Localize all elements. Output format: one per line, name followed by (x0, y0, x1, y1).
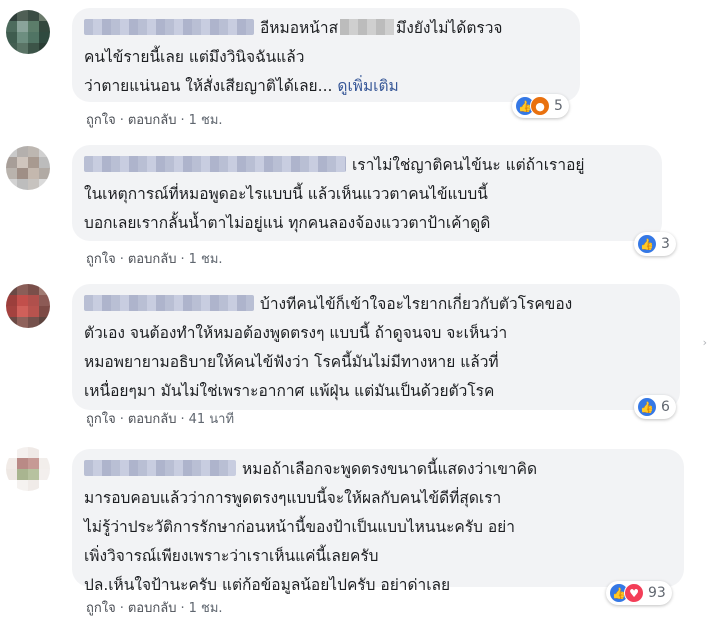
comment-text-line: ตัวเอง จนต้องทำให้หมอต้องพูดตรงๆ แบบนี้ … (84, 324, 508, 342)
comment-text-line: เพิ่งวิจารณ์เพียงเพราะว่าเราเห็นแค่นี้เล… (84, 547, 379, 565)
reaction-count: 3 (661, 236, 670, 252)
reaction-count: 6 (661, 399, 670, 415)
comment-text-line: มารอบคอบแล้วว่าการพูดตรงๆแบบนี้จะให้ผลกั… (84, 489, 502, 507)
separator-dot: · (119, 252, 124, 267)
timestamp[interactable]: 41 นาที (189, 412, 234, 427)
commenter-name[interactable] (84, 156, 346, 172)
comment-text-line: เหนื่อยๆมา มันไม่ใช่เพราะอากาศ แพ้ฝุ่น แ… (84, 382, 495, 400)
comment-actions: ถูกใจ · ตอบกลับ · 1 ชม. (86, 248, 223, 269)
reply-button[interactable]: ตอบกลับ (128, 252, 177, 267)
separator-dot: · (180, 113, 185, 128)
like-icon: 👍 (637, 397, 657, 417)
reaction-summary[interactable]: 👍 3 (634, 232, 676, 256)
separator-dot: · (180, 252, 185, 267)
avatar[interactable] (6, 447, 50, 491)
comment-bubble: บ้างทีคนไข้ก็เข้าใจอะไรยากเกี่ยวกับตัวโร… (72, 284, 680, 410)
comment-text-line: อีหมอหน้าส (260, 19, 339, 37)
reply-button[interactable]: ตอบกลับ (128, 412, 177, 427)
separator-dot: · (119, 412, 124, 427)
reply-button[interactable]: ตอบกลับ (128, 601, 177, 616)
separator-dot: · (119, 601, 124, 616)
comment-bubble: เราไม่ใช่ญาติคนไข้นะ แต่ถ้าเราอยู่ ในเหต… (72, 145, 662, 241)
separator-dot: · (180, 601, 185, 616)
like-button[interactable]: ถูกใจ (86, 412, 116, 427)
comment-text-line: หมอถ้าเลือกจะพูดตรงขนาดนี้แสดงว่าเขาคิด (242, 460, 538, 478)
like-button[interactable]: ถูกใจ (86, 113, 116, 128)
see-more-link[interactable]: ดูเพิ่มเติม (337, 77, 398, 95)
comment-text-line: คนไข้รายนี้เลย แต่มึงวินิจฉันแล้ว (84, 48, 305, 66)
separator-dot: · (119, 113, 124, 128)
commenter-name[interactable] (84, 19, 254, 35)
commenter-name[interactable] (84, 295, 254, 311)
avatar[interactable] (6, 10, 50, 54)
timestamp[interactable]: 1 ชม. (189, 113, 223, 128)
avatar[interactable] (6, 284, 50, 328)
comment-text-line: ในเหตุการณ์ที่หมอพูดอะไรแบบนี้ แล้วเห็นแ… (84, 185, 488, 203)
redacted-text (340, 19, 395, 35)
timestamp[interactable]: 1 ชม. (189, 601, 223, 616)
comment-actions: ถูกใจ · ตอบกลับ · 1 ชม. (86, 597, 223, 618)
chevron-right-icon[interactable]: › (703, 336, 707, 349)
like-button[interactable]: ถูกใจ (86, 252, 116, 267)
avatar[interactable] (6, 146, 50, 190)
comment-text-line: เราไม่ใช่ญาติคนไข้นะ แต่ถ้าเราอยู่ (352, 156, 585, 174)
comment-text-line: มึงยังไม่ได้ตรวจ (396, 19, 503, 37)
commenter-name[interactable] (84, 460, 236, 476)
comment-text-line: ว่าตายแน่นอน ให้สั่งเสียญาติได้เลย... (84, 77, 333, 95)
like-icon: 👍 (637, 234, 657, 254)
comment-text-line: บ้างทีคนไข้ก็เข้าใจอะไรยากเกี่ยวกับตัวโร… (260, 295, 573, 313)
comment-bubble: หมอถ้าเลือกจะพูดตรงขนาดนี้แสดงว่าเขาคิด … (72, 449, 684, 594)
comment-text-line: หมอพยายามอธิบายให้คนไข้ฟังว่า โรคนี้มันไ… (84, 353, 499, 371)
angry-icon: ● (530, 96, 550, 116)
reply-button[interactable]: ตอบกลับ (128, 113, 177, 128)
comment-actions: ถูกใจ · ตอบกลับ · 41 นาที (86, 408, 234, 429)
reaction-summary[interactable]: 👍 6 (634, 395, 676, 419)
reaction-summary[interactable]: 👍 ♥ 93 (606, 581, 672, 605)
reaction-count: 93 (648, 585, 666, 601)
timestamp[interactable]: 1 ชม. (189, 252, 223, 267)
comment-text-line: ปล.เห็นใจป้านะครับ แต่ก้อข้อมูลน้อยไปครั… (84, 576, 451, 594)
reaction-count: 5 (554, 98, 563, 114)
comment-actions: ถูกใจ · ตอบกลับ · 1 ชม. (86, 109, 223, 130)
like-button[interactable]: ถูกใจ (86, 601, 116, 616)
reaction-summary[interactable]: 👍 ● 5 (512, 94, 569, 118)
comment-text-line: บอกเลยเรากลั้นน้ำตาไม่อยู่แน่ ทุกคนลองจ้… (84, 214, 491, 232)
love-icon: ♥ (624, 583, 644, 603)
comment-text-line: ไม่รู้ว่าประวัติการรักษาก่อนหน้านี้ของป้… (84, 518, 515, 536)
comment-bubble: อีหมอหน้าส มึงยังไม่ได้ตรวจ คนไข้รายนี้เล… (72, 8, 580, 102)
separator-dot: · (180, 412, 185, 427)
